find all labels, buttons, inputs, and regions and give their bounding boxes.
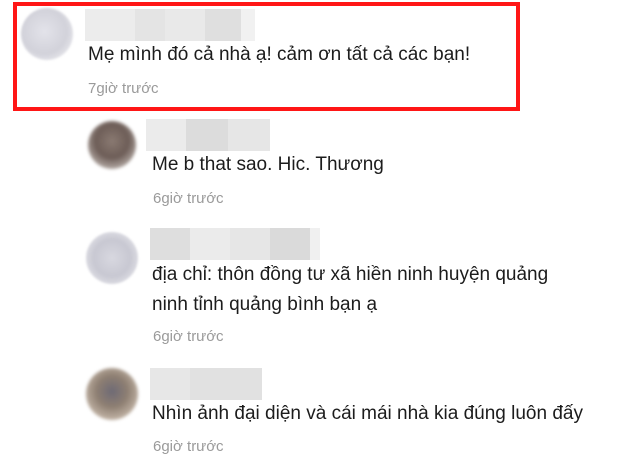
comment-time[interactable]: 6giờ trước [153,189,224,209]
commenter-name-blurred[interactable] [146,119,270,151]
comment-time[interactable]: 6giờ trước [153,437,224,457]
commenter-name-blurred[interactable] [150,228,320,260]
avatar[interactable] [86,368,138,420]
comment-text: địa chỉ: thôn đồng tư xã hiền ninh huyện… [152,264,549,315]
avatar[interactable] [88,121,136,169]
avatar[interactable] [21,8,73,60]
avatar[interactable] [86,232,138,284]
comment-text: Nhìn ảnh đại diện và cái mái nhà kia đún… [152,403,583,424]
commenter-name-blurred[interactable] [150,368,262,400]
comment-time[interactable]: 6giờ trước [153,327,224,347]
comment-time[interactable]: 7giờ trước [88,79,159,99]
comment-text: Mẹ mình đó cả nhà ạ! cảm ơn tất cả các b… [88,44,471,65]
comment-text: Me b that sao. Hic. Thương [152,154,384,175]
commenter-name-blurred[interactable] [85,9,255,41]
